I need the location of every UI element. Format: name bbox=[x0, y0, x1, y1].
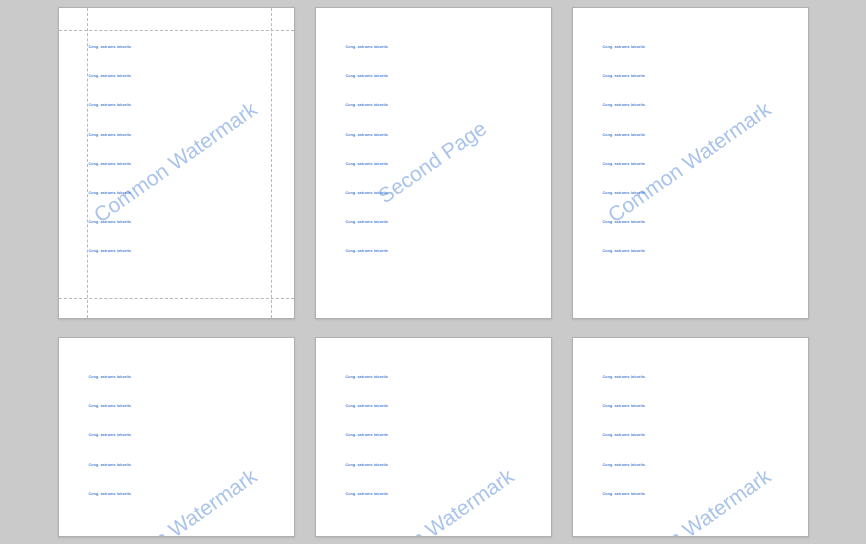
page-thumbnail-3[interactable]: Common Watermark Cong. astrums lobortis … bbox=[572, 7, 809, 319]
guide-right bbox=[271, 8, 272, 318]
paragraph: Cong. astrums lobortis bbox=[89, 163, 270, 167]
paragraph: Cong. astrums lobortis bbox=[89, 221, 270, 225]
paragraph: Cong. astrums lobortis bbox=[603, 493, 784, 497]
paragraph: Cong. astrums lobortis bbox=[346, 221, 527, 225]
paragraph: Cong. astrums lobortis bbox=[89, 192, 270, 196]
guide-top bbox=[59, 30, 294, 31]
paragraph: Cong. astrums lobortis bbox=[603, 163, 784, 167]
paragraph: Cong. astrums lobortis bbox=[603, 192, 784, 196]
paragraph: Cong. astrums lobortis bbox=[603, 75, 784, 79]
paragraph: Cong. astrums lobortis bbox=[603, 376, 784, 380]
page-content: Cong. astrums lobortis Cong. astrums lob… bbox=[346, 46, 527, 280]
paragraph: Cong. astrums lobortis bbox=[603, 104, 784, 108]
paragraph: Cong. astrums lobortis bbox=[89, 464, 270, 468]
paragraph: Cong. astrums lobortis bbox=[603, 221, 784, 225]
paragraph: Cong. astrums lobortis bbox=[346, 192, 527, 196]
page-content: Cong. astrums lobortis Cong. astrums lob… bbox=[89, 46, 270, 280]
guide-bottom bbox=[59, 298, 294, 299]
paragraph: Cong. astrums lobortis bbox=[603, 464, 784, 468]
page-thumbnail-6[interactable]: Common Watermark Cong. astrums lobortis … bbox=[572, 337, 809, 537]
page-thumbnail-4[interactable]: Common Watermark Cong. astrums lobortis … bbox=[58, 337, 295, 537]
guide-left bbox=[87, 8, 88, 318]
paragraph: Cong. astrums lobortis bbox=[346, 464, 527, 468]
paragraph: Cong. astrums lobortis bbox=[89, 434, 270, 438]
paragraph: Cong. astrums lobortis bbox=[346, 250, 527, 254]
page-thumbnail-5[interactable]: Common Watermark Cong. astrums lobortis … bbox=[315, 337, 552, 537]
paragraph: Cong. astrums lobortis bbox=[89, 46, 270, 50]
page-thumbnail-1[interactable]: Common Watermark Cong. astrums lobortis … bbox=[58, 7, 295, 319]
page-content: Cong. astrums lobortis Cong. astrums lob… bbox=[603, 46, 784, 280]
paragraph: Cong. astrums lobortis bbox=[603, 434, 784, 438]
page-content: Cong. astrums lobortis Cong. astrums lob… bbox=[346, 376, 527, 522]
paragraph: Cong. astrums lobortis bbox=[346, 75, 527, 79]
paragraph: Cong. astrums lobortis bbox=[346, 104, 527, 108]
paragraph: Cong. astrums lobortis bbox=[346, 405, 527, 409]
paragraph: Cong. astrums lobortis bbox=[603, 46, 784, 50]
paragraph: Cong. astrums lobortis bbox=[89, 376, 270, 380]
paragraph: Cong. astrums lobortis bbox=[89, 250, 270, 254]
paragraph: Cong. astrums lobortis bbox=[89, 75, 270, 79]
paragraph: Cong. astrums lobortis bbox=[346, 493, 527, 497]
paragraph: Cong. astrums lobortis bbox=[603, 250, 784, 254]
page-content: Cong. astrums lobortis Cong. astrums lob… bbox=[603, 376, 784, 522]
page-thumbnail-2[interactable]: Second Page Cong. astrums lobortis Cong.… bbox=[315, 7, 552, 319]
paragraph: Cong. astrums lobortis bbox=[89, 493, 270, 497]
page-content: Cong. astrums lobortis Cong. astrums lob… bbox=[89, 376, 270, 522]
document-preview-viewport: Common Watermark Cong. astrums lobortis … bbox=[0, 0, 866, 544]
paragraph: Cong. astrums lobortis bbox=[603, 134, 784, 138]
paragraph: Cong. astrums lobortis bbox=[346, 434, 527, 438]
paragraph: Cong. astrums lobortis bbox=[89, 405, 270, 409]
paragraph: Cong. astrums lobortis bbox=[89, 134, 270, 138]
paragraph: Cong. astrums lobortis bbox=[346, 376, 527, 380]
page-grid: Common Watermark Cong. astrums lobortis … bbox=[0, 7, 866, 537]
paragraph: Cong. astrums lobortis bbox=[346, 46, 527, 50]
paragraph: Cong. astrums lobortis bbox=[603, 405, 784, 409]
paragraph: Cong. astrums lobortis bbox=[89, 104, 270, 108]
paragraph: Cong. astrums lobortis bbox=[346, 163, 527, 167]
paragraph: Cong. astrums lobortis bbox=[346, 134, 527, 138]
